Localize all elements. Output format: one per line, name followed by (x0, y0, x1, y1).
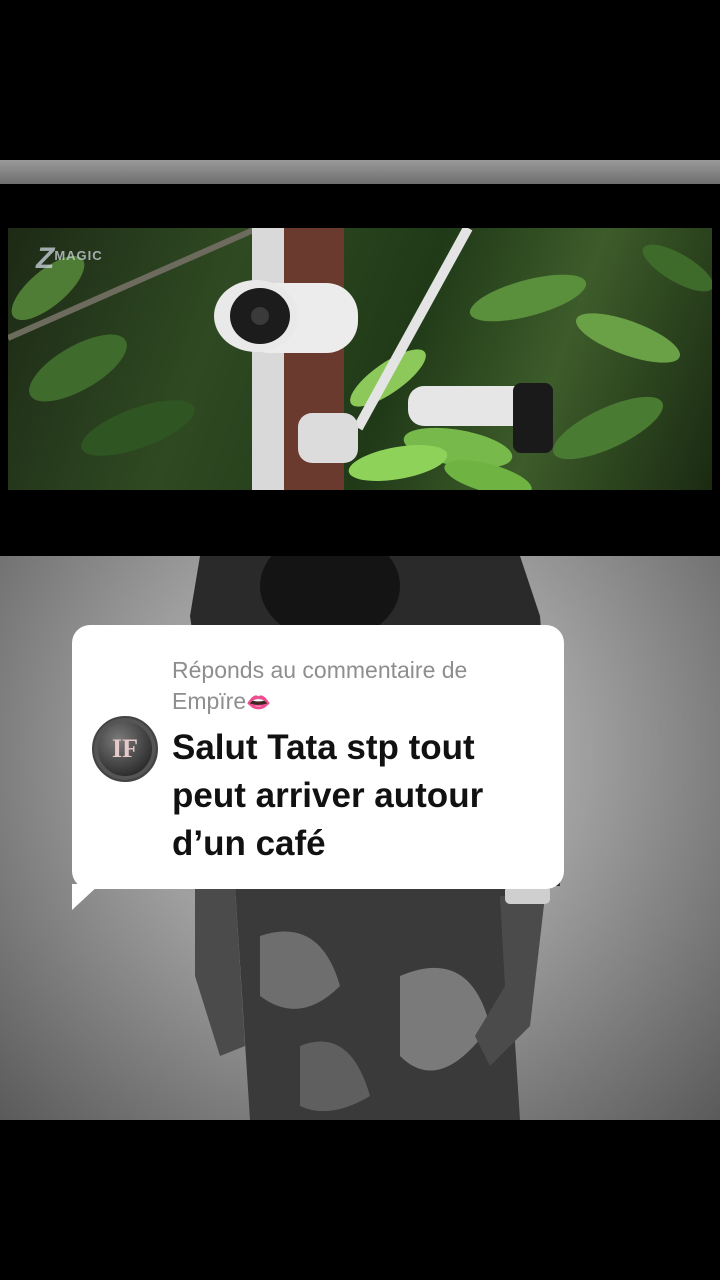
avatar-initials: IF (112, 734, 138, 763)
reply-username[interactable]: Empïre (172, 688, 246, 714)
commenter-avatar[interactable]: IF (92, 716, 158, 782)
video-frame[interactable]: ZMAGIC (0, 184, 720, 556)
leaf (642, 244, 712, 292)
white-pole (252, 228, 284, 490)
watermark-z: Z (36, 242, 55, 275)
camera-front-2 (513, 383, 553, 453)
security-camera-video[interactable]: ZMAGIC (8, 228, 712, 490)
leaf (552, 396, 664, 460)
channel-watermark: ZMAGIC (36, 242, 103, 276)
reply-header-line2: Empïre👄 (172, 686, 542, 719)
reply-header: Réponds au commentaire de Empïre👄 (172, 655, 542, 719)
leaf (81, 400, 195, 456)
comment-text: Salut Tata stp tout peut arriver autour … (172, 728, 484, 863)
reply-comment-bubble[interactable]: Réponds au commentaire de Empïre👄 IF Sal… (72, 625, 564, 889)
reply-header-line1: Réponds au commentaire de (172, 657, 468, 683)
leaf (575, 313, 681, 363)
watermark-text: MAGIC (54, 248, 103, 263)
bubble-tail (72, 884, 100, 910)
lips-emoji: 👄 (246, 692, 272, 714)
camera-lens-center (251, 307, 269, 325)
leaf (469, 274, 587, 322)
top-gray-strip (0, 160, 720, 184)
camera-mount (298, 413, 358, 463)
bottom-black-bar (0, 1120, 720, 1280)
video-scene (8, 228, 712, 490)
leaf (29, 334, 127, 402)
